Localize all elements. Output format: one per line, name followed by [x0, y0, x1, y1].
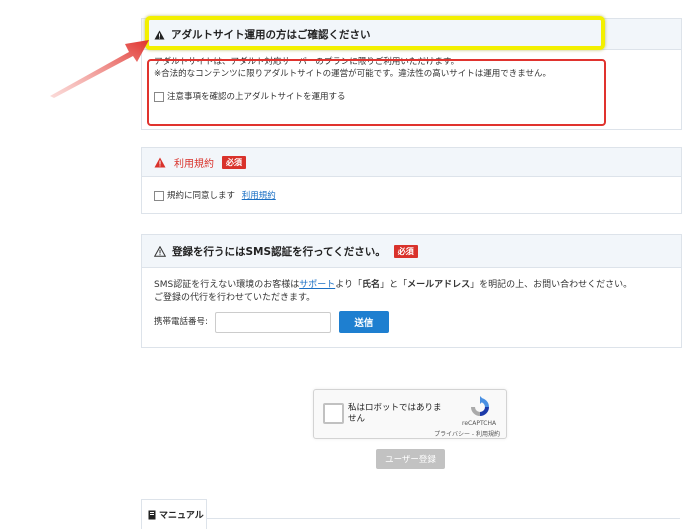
recaptcha-widget: 私はロボットではありません reCAPTCHA プライバシー - 利用規約 — [313, 389, 507, 439]
annotation-arrow — [50, 40, 149, 98]
required-badge: 必須 — [393, 244, 418, 258]
terms-link[interactable]: 利用規約 — [242, 191, 276, 201]
phone-label: 携帯電話番号: — [154, 316, 208, 327]
phone-input[interactable] — [214, 311, 331, 333]
sms-line-2: ご登録の代行を行わせていただきます。 — [154, 293, 316, 303]
terms-body: 規約に同意します 利用規約 — [142, 177, 681, 201]
sms-panel: 登録を行うにはSMS認証を行ってください。 必須 SMS認証を行えない環境のお客… — [141, 234, 682, 348]
terms-agree-label: 規約に同意します — [167, 191, 236, 201]
recaptcha-brand: reCAPTCHA — [462, 420, 497, 427]
manual-tab[interactable]: マニュアル — [141, 499, 207, 529]
recaptcha-logo-icon — [469, 396, 491, 422]
name-bold: 氏名 — [362, 280, 381, 290]
terms-panel-header: 利用規約 必須 — [142, 148, 681, 177]
mail-bold: メールアドレス — [407, 280, 471, 290]
sms-title: 登録を行うにはSMS認証を行ってください。 — [172, 245, 386, 258]
recaptcha-checkbox[interactable] — [323, 403, 344, 424]
manual-panel-top — [141, 518, 680, 530]
terms-panel: 利用規約 必須 規約に同意します 利用規約 — [141, 147, 682, 214]
recaptcha-links[interactable]: プライバシー - 利用規約 — [434, 429, 500, 438]
send-button[interactable]: 送信 — [338, 311, 389, 333]
sms-text-c: 」と「 — [380, 280, 408, 290]
terms-title: 利用規約 — [174, 158, 214, 170]
header-highlight-annotation — [145, 16, 605, 50]
required-badge: 必須 — [222, 155, 246, 169]
register-button[interactable]: ユーザー登録 — [376, 449, 445, 469]
phone-row: 携帯電話番号: 送信 — [154, 311, 681, 333]
manual-tab-label: マニュアル — [159, 511, 204, 521]
terms-checkbox-row[interactable]: 規約に同意します — [154, 190, 238, 201]
sms-line-1: SMS認証を行えない環境のお客様はサポートより「氏名」と「メールアドレス」を明記… — [154, 279, 681, 292]
sms-text-b: より「 — [335, 280, 363, 290]
warning-icon — [153, 242, 167, 261]
recaptcha-label: 私はロボットではありません — [348, 403, 442, 424]
sms-body: SMS認証を行えない環境のお客様はサポートより「氏名」と「メールアドレス」を明記… — [142, 268, 681, 333]
warning-icon — [154, 153, 166, 172]
sms-panel-header: 登録を行うにはSMS認証を行ってください。 必須 — [142, 235, 681, 268]
support-link[interactable]: サポート — [299, 280, 335, 290]
sms-text-a: SMS認証を行えない環境のお客様は — [154, 280, 300, 290]
manual-book-icon — [148, 505, 156, 524]
sms-text-d: 」を明記の上、お問い合わせください。 — [470, 280, 633, 290]
body-highlight-annotation — [147, 59, 606, 126]
terms-checkbox[interactable] — [154, 190, 164, 201]
